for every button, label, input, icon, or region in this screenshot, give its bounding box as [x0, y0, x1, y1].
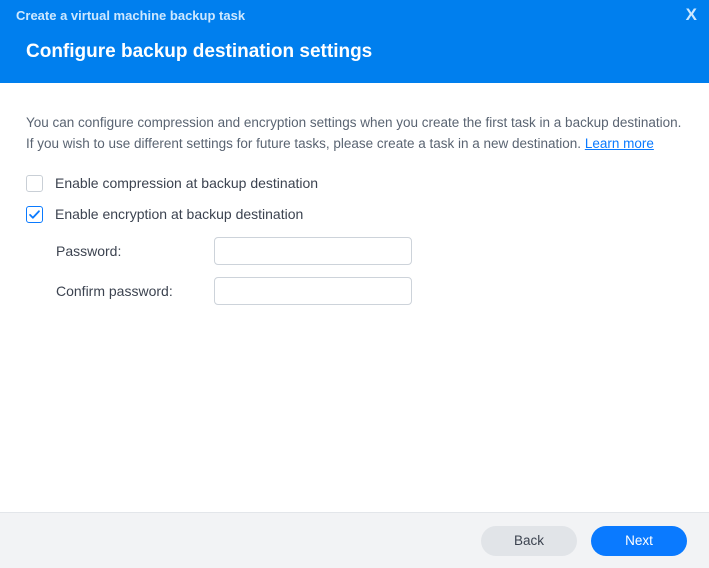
description-body: You can configure compression and encryp…	[26, 115, 681, 151]
password-input[interactable]	[214, 237, 412, 265]
dialog-content: You can configure compression and encryp…	[0, 83, 709, 337]
dialog-title: Create a virtual machine backup task	[16, 8, 693, 23]
password-row: Password:	[56, 237, 683, 265]
check-icon	[28, 208, 41, 221]
next-button[interactable]: Next	[591, 526, 687, 556]
encryption-checkbox[interactable]	[26, 206, 43, 223]
dialog-subtitle: Configure backup destination settings	[26, 41, 693, 63]
close-icon[interactable]: X	[686, 6, 697, 23]
compression-option-row: Enable compression at backup destination	[26, 175, 683, 192]
encryption-label: Enable encryption at backup destination	[55, 206, 303, 222]
dialog-footer: Back Next	[0, 512, 709, 568]
confirm-password-label: Confirm password:	[56, 283, 214, 299]
description-text: You can configure compression and encryp…	[26, 113, 683, 155]
back-button[interactable]: Back	[481, 526, 577, 556]
password-label: Password:	[56, 243, 214, 259]
confirm-password-input[interactable]	[214, 277, 412, 305]
dialog-header: Create a virtual machine backup task X C…	[0, 0, 709, 83]
confirm-password-row: Confirm password:	[56, 277, 683, 305]
compression-checkbox[interactable]	[26, 175, 43, 192]
compression-label: Enable compression at backup destination	[55, 175, 318, 191]
encryption-option-row: Enable encryption at backup destination	[26, 206, 683, 223]
learn-more-link[interactable]: Learn more	[585, 136, 654, 151]
